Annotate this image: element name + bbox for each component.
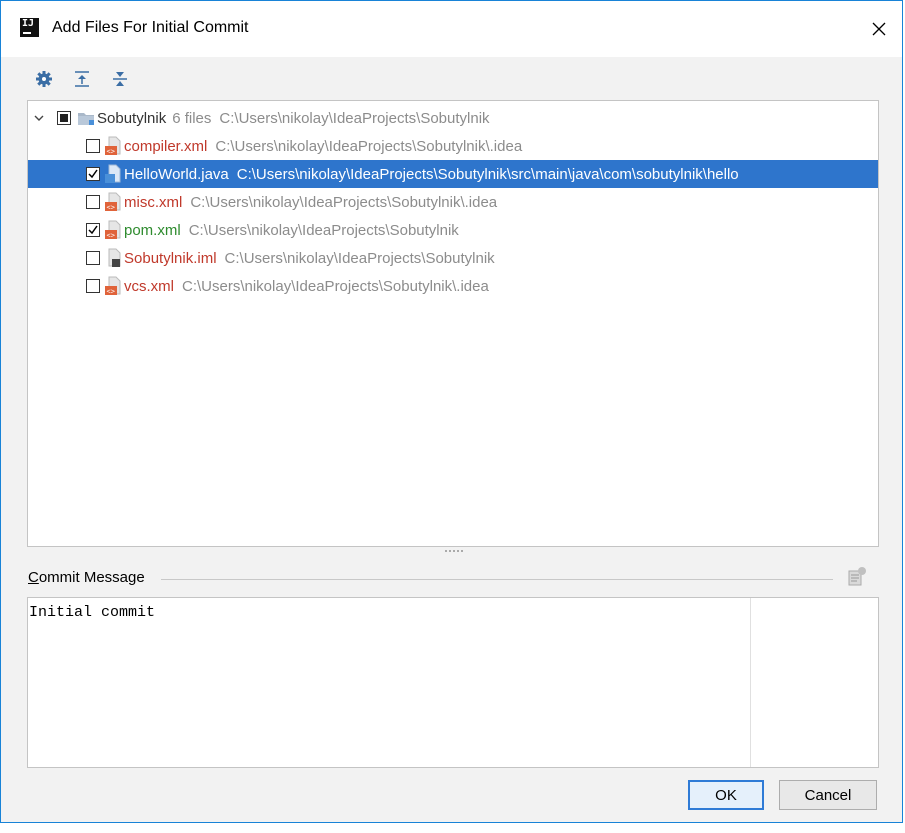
root-folder-name: Sobutylnik <box>97 109 167 127</box>
root-checkbox[interactable] <box>57 111 71 125</box>
file-checkbox[interactable] <box>86 139 100 153</box>
separator-line <box>161 579 833 580</box>
tree-row-sobutylnik-iml[interactable]: Sobutylnik.iml C:\Users\nikolay\IdeaProj… <box>28 244 878 272</box>
collapse-all-button[interactable] <box>107 66 133 92</box>
splitter-handle[interactable] <box>441 548 467 554</box>
close-button[interactable] <box>856 1 902 57</box>
xml-file-icon: <> <box>105 136 121 156</box>
file-checkbox[interactable] <box>86 251 100 265</box>
file-path: C:\Users\nikolay\IdeaProjects\Sobutylnik <box>224 249 495 267</box>
commit-message-text[interactable]: Initial commit <box>28 598 751 767</box>
svg-text:<>: <> <box>107 204 115 212</box>
svg-text:<>: <> <box>107 232 115 240</box>
xml-file-icon: <> <box>105 276 121 296</box>
file-name: vcs.xml <box>124 277 174 295</box>
ok-button[interactable]: OK <box>688 780 764 810</box>
file-path: C:\Users\nikolay\IdeaProjects\Sobutylnik… <box>190 193 498 211</box>
commit-label-mnemonic: C <box>28 569 39 586</box>
module-file-icon <box>108 248 121 267</box>
toolbar <box>31 65 133 93</box>
file-path: C:\Users\nikolay\IdeaProjects\Sobutylnik… <box>215 137 523 155</box>
root-folder-path: C:\Users\nikolay\IdeaProjects\Sobutylnik <box>219 109 490 127</box>
file-checkbox[interactable] <box>86 195 100 209</box>
settings-button[interactable] <box>31 66 57 92</box>
java-file-icon <box>105 164 121 183</box>
file-name: pom.xml <box>124 221 181 239</box>
commit-label-text: ommit Message <box>38 569 145 586</box>
commit-message-history-button[interactable] <box>846 566 868 588</box>
tree-root-row[interactable]: Sobutylnik 6 files C:\Users\nikolay\Idea… <box>28 104 878 132</box>
xml-file-icon: <> <box>105 192 121 212</box>
cancel-button[interactable]: Cancel <box>779 780 877 810</box>
file-path: C:\Users\nikolay\IdeaProjects\Sobutylnik… <box>236 165 739 183</box>
app-icon-text: IJ <box>22 18 35 29</box>
file-path: C:\Users\nikolay\IdeaProjects\Sobutylnik… <box>182 277 489 295</box>
file-checkbox[interactable] <box>86 223 100 237</box>
expand-all-icon <box>75 71 89 87</box>
file-name: Sobutylnik.iml <box>124 249 217 267</box>
intellij-app-icon: IJ <box>20 18 39 37</box>
commit-message-label: Commit Message <box>28 569 145 586</box>
tree-row-compiler-xml[interactable]: <> compiler.xml C:\Users\nikolay\IdeaPro… <box>28 132 878 160</box>
tree-row-vcs-xml[interactable]: <> vcs.xml C:\Users\nikolay\IdeaProjects… <box>28 272 878 300</box>
commit-message-editor[interactable]: Initial commit <box>27 597 879 768</box>
file-checkbox[interactable] <box>86 167 100 181</box>
root-file-count: 6 files <box>172 109 212 127</box>
tree-row-pom-xml[interactable]: <> pom.xml C:\Users\nikolay\IdeaProjects… <box>28 216 878 244</box>
dialog-window: IJ Add Files For Initial Commit Sobutyln… <box>0 0 903 823</box>
file-name: misc.xml <box>124 193 183 211</box>
svg-text:<>: <> <box>107 148 115 156</box>
expand-all-button[interactable] <box>69 66 95 92</box>
gear-icon <box>36 71 52 87</box>
file-name: compiler.xml <box>124 137 208 155</box>
message-history-icon <box>848 567 866 586</box>
changes-tree[interactable]: Sobutylnik 6 files C:\Users\nikolay\Idea… <box>27 100 879 547</box>
folder-icon <box>78 113 94 125</box>
close-icon <box>872 22 886 36</box>
xml-file-icon: <> <box>105 220 121 240</box>
file-checkbox[interactable] <box>86 279 100 293</box>
file-name: HelloWorld.java <box>124 165 229 183</box>
collapse-all-icon <box>113 72 127 86</box>
file-path: C:\Users\nikolay\IdeaProjects\Sobutylnik <box>188 221 459 239</box>
title-bar: IJ Add Files For Initial Commit <box>1 1 902 57</box>
chevron-down-icon[interactable] <box>31 110 47 126</box>
tree-row-helloworld-java[interactable]: HelloWorld.java C:\Users\nikolay\IdeaPro… <box>28 160 878 188</box>
tree-row-misc-xml[interactable]: <> misc.xml C:\Users\nikolay\IdeaProject… <box>28 188 878 216</box>
dialog-title: Add Files For Initial Commit <box>52 19 249 36</box>
svg-text:<>: <> <box>107 288 115 296</box>
